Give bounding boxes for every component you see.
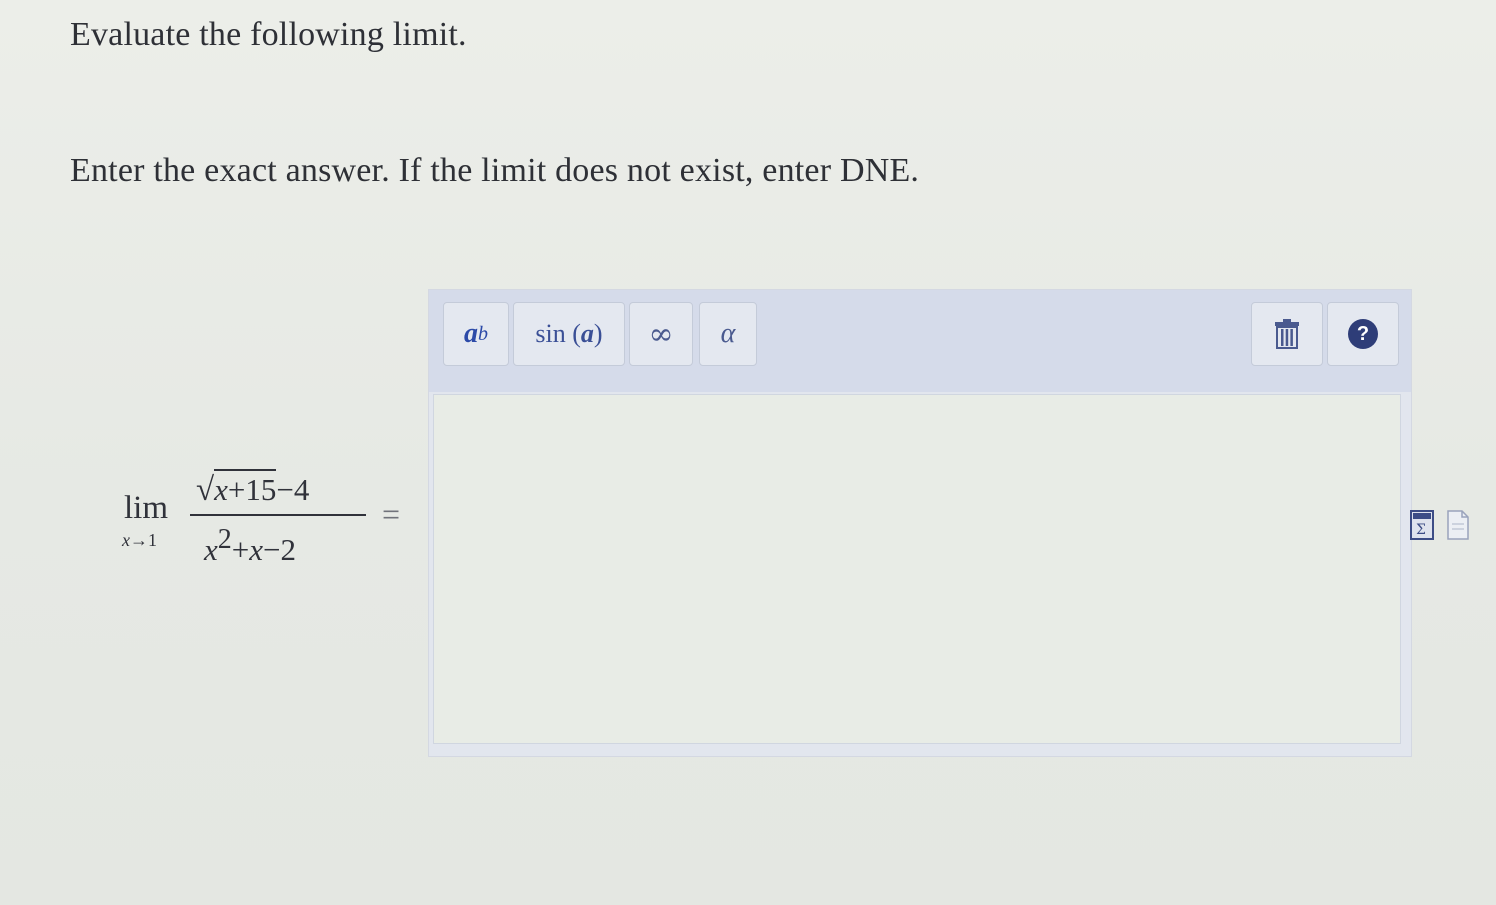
radicand-variable: x xyxy=(214,472,228,507)
lim-operator: lim xyxy=(124,490,169,526)
denominator-variable-1: x xyxy=(204,532,218,567)
page: Evaluate the following limit. Enter the … xyxy=(0,0,1496,905)
sin-fn: sin xyxy=(535,319,566,348)
denominator-exponent: 2 xyxy=(217,524,232,555)
question-title: Evaluate the following limit. xyxy=(70,16,467,53)
equation-icon[interactable]: Σ xyxy=(1410,510,1434,540)
sin-arg: a xyxy=(580,319,594,348)
denominator-plus: + xyxy=(231,532,250,567)
svg-text:Σ: Σ xyxy=(1416,522,1426,538)
lim-sub-value: 1 xyxy=(148,530,157,550)
numerator-rest: −4 xyxy=(276,472,310,507)
denominator-variable-2: x xyxy=(249,532,264,567)
question-instructions: Enter the exact answer. If the limit doe… xyxy=(70,152,920,189)
trash-icon xyxy=(1275,319,1299,349)
sin-label: sin (a) xyxy=(535,319,603,348)
denominator-rest: −2 xyxy=(263,532,296,567)
lim-sub-arrow: → xyxy=(130,530,148,550)
limit-expression: lim x→1 √x+15−4 x2+x−2 = xyxy=(120,468,420,568)
radicand-rest: +15 xyxy=(227,472,277,507)
sin-button[interactable]: sin (a) xyxy=(513,302,625,366)
radicand: x+15 xyxy=(214,469,277,507)
lim-sub-variable: x xyxy=(122,530,130,550)
editor-toolbar: ab sin (a) ∞ α ? xyxy=(429,290,1411,392)
infinity-button[interactable]: ∞ xyxy=(629,302,693,366)
clear-button[interactable] xyxy=(1251,302,1323,366)
power-exponent: b xyxy=(478,322,488,345)
power-button[interactable]: ab xyxy=(443,302,509,366)
equals-sign: = xyxy=(382,496,401,532)
numerator: √x+15−4 xyxy=(196,469,310,509)
help-button[interactable]: ? xyxy=(1327,302,1399,366)
power-base: a xyxy=(464,318,478,349)
fraction-bar xyxy=(190,514,366,516)
answer-input[interactable] xyxy=(433,394,1401,744)
file-icon[interactable] xyxy=(1446,510,1470,540)
help-icon: ? xyxy=(1348,319,1378,349)
denominator: x2+x−2 xyxy=(204,524,296,568)
lim-subscript: x→1 xyxy=(122,530,157,551)
infinity-label: ∞ xyxy=(648,316,674,352)
alpha-label: α xyxy=(720,318,736,349)
answer-editor: ab sin (a) ∞ α ? xyxy=(428,289,1412,757)
radical-sign: √ xyxy=(196,472,215,508)
alpha-button[interactable]: α xyxy=(699,302,757,366)
